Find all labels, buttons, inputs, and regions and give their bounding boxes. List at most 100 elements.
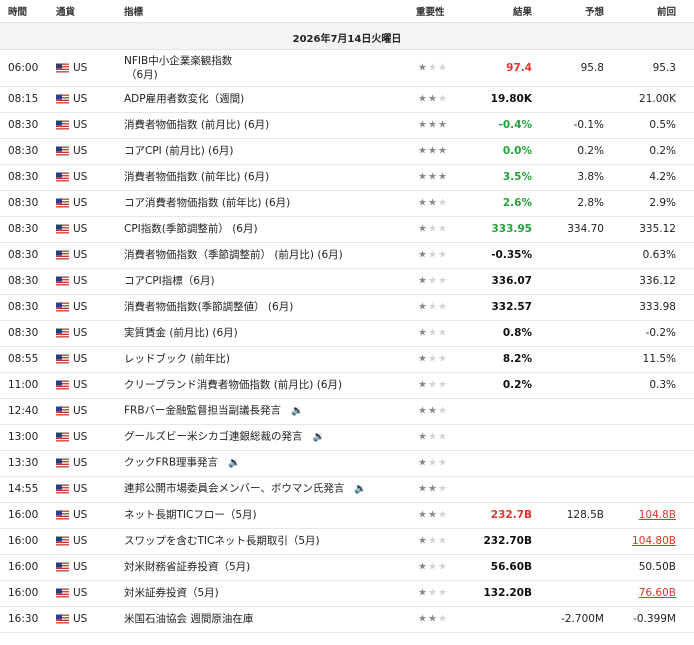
event-name-text[interactable]: 消費者物価指数（季節調整前） (前月比) (6月) [124, 249, 343, 261]
event-name-text[interactable]: CPI指数(季節調整前） (6月) [124, 223, 258, 235]
event-name-text[interactable]: 連邦公開市場委員会メンバー、ボウマン氏発言 [124, 483, 344, 495]
us-flag-icon [56, 536, 69, 546]
speaker-icon[interactable]: 🔉 [313, 431, 325, 445]
event-name-text[interactable]: 消費者物価指数 (前月比) (6月) [124, 119, 269, 131]
table-row[interactable]: 16:00 US 対米財務省証券投資（5月) ★★★ 56.60B 50.50B [0, 554, 694, 581]
event-name[interactable]: 消費者物価指数（季節調整前） (前月比) (6月) [124, 248, 343, 262]
table-row[interactable]: 16:30 US 米国石油協会 週間原油在庫 ★★★ -2.700M -0.399M [0, 606, 694, 633]
event-name-text[interactable]: 消費者物価指数(季節調整値） (6月) [124, 301, 293, 313]
us-flag-icon [56, 380, 69, 390]
table-row[interactable]: 08:30 US 消費者物価指数 (前月比) (6月) ★★★ -0.4% -0.1% 0.… [0, 112, 694, 139]
actual-value: 232.7B [490, 509, 532, 521]
event-name[interactable]: CPI指数(季節調整前） (6月) [124, 222, 258, 236]
actual-value: 232.70B [483, 535, 532, 547]
table-row[interactable]: 08:30 US コアCPI (前月比) (6月) ★★★ 0.0% 0.2% 0.2% [0, 138, 694, 165]
actual-value: 0.8% [502, 327, 532, 339]
star-icon: ★ [418, 249, 428, 261]
event-name-text[interactable]: コアCPI指標（6月) [124, 275, 215, 287]
us-flag-icon [56, 302, 69, 312]
star-icon: ★ [437, 301, 448, 313]
event-name-text[interactable]: ネット長期TICフロー（5月) [124, 509, 257, 521]
event-name[interactable]: レッドブック (前年比) [124, 352, 230, 366]
currency-code: US [73, 561, 88, 573]
star-icon: ★ [437, 405, 448, 417]
currency-code: US [73, 119, 88, 131]
actual-value: -0.35% [491, 249, 532, 261]
table-row[interactable]: 14:55 US 連邦公開市場委員会メンバー、ボウマン氏発言 🔉 ★★★ [0, 476, 694, 503]
event-name[interactable]: コアCPI指標（6月) [124, 274, 215, 288]
table-row[interactable]: 12:40 US FRBバー金融監督担当副議長発言 🔉 ★★★ [0, 398, 694, 425]
previous-value-link[interactable]: 76.60B [639, 587, 676, 599]
table-row[interactable]: 08:15 US ADP雇用者数変化（週間) ★★★ 19.80K 21.00K [0, 86, 694, 113]
event-name[interactable]: ADP雇用者数変化（週間) [124, 92, 244, 106]
speaker-icon[interactable]: 🔉 [228, 457, 240, 471]
event-name-text[interactable]: コアCPI (前月比) (6月) [124, 145, 234, 157]
us-flag-icon [56, 354, 69, 364]
table-row[interactable]: 08:30 US コア消費者物価指数 (前年比) (6月) ★★★ 2.6% 2.8% 2.… [0, 190, 694, 217]
previous-value-link[interactable]: 104.80B [632, 535, 676, 547]
table-row[interactable]: 06:00 US NFIB中小企業楽観指数 （6月) ★★★ 97.4 95.8 95.3 [0, 50, 694, 87]
event-name[interactable]: 消費者物価指数 (前年比) (6月) [124, 170, 269, 184]
event-name-text[interactable]: レッドブック (前年比) [124, 353, 230, 365]
table-row[interactable]: 16:00 US スワップを含むTICネット長期取引（5月) ★★★ 232.70B 10… [0, 528, 694, 555]
event-name-text[interactable]: グールズビー米シカゴ連銀総裁の発言 [124, 431, 303, 443]
event-name[interactable]: 米国石油協会 週間原油在庫 [124, 612, 253, 626]
table-row[interactable]: 08:55 US レッドブック (前年比) ★★★ 8.2% 11.5% [0, 346, 694, 373]
event-name[interactable]: 連邦公開市場委員会メンバー、ボウマン氏発言 🔉 [124, 482, 367, 497]
star-icon: ★ [427, 249, 438, 261]
event-name[interactable]: スワップを含むTICネット長期取引（5月) [124, 534, 320, 548]
event-name[interactable]: クックFRB理事発言 🔉 [124, 456, 241, 471]
previous-value-link[interactable]: 104.8B [639, 509, 676, 521]
event-name-text[interactable]: コア消費者物価指数 (前年比) (6月) [124, 197, 290, 209]
event-name[interactable]: 実質賃金 (前月比) (6月) [124, 326, 238, 340]
table-row[interactable]: 16:00 US ネット長期TICフロー（5月) ★★★ 232.7B 128.5B 104… [0, 502, 694, 529]
actual-value: 2.6% [502, 197, 532, 209]
event-name[interactable]: クリーブランド消費者物価指数 (前月比) (6月) [124, 378, 342, 392]
table-row[interactable]: 13:00 US グールズビー米シカゴ連銀総裁の発言 🔉 ★★★ [0, 424, 694, 451]
table-row[interactable]: 08:30 US 実質賃金 (前月比) (6月) ★★★ 0.8% -0.2% [0, 320, 694, 347]
event-name-text[interactable]: 消費者物価指数 (前年比) (6月) [124, 171, 269, 183]
event-name-suffix[interactable]: （6月) [126, 69, 158, 81]
event-name-text[interactable]: 対米証券投資（5月) [124, 587, 219, 599]
table-row[interactable]: 11:00 US クリーブランド消費者物価指数 (前月比) (6月) ★★★ 0.2% 0… [0, 372, 694, 399]
event-name-text[interactable]: クリーブランド消費者物価指数 (前月比) (6月) [124, 379, 342, 391]
table-row[interactable]: 08:30 US 消費者物価指数(季節調整値） (6月) ★★★ 332.57 333.9… [0, 294, 694, 321]
event-name-text[interactable]: FRBバー金融監督担当副議長発言 [124, 405, 281, 417]
us-flag-icon [56, 328, 69, 338]
event-name-text[interactable]: クックFRB理事発言 [124, 457, 218, 469]
event-name-text[interactable]: NFIB中小企業楽観指数 [124, 55, 232, 67]
event-name-text[interactable]: 実質賃金 (前月比) (6月) [124, 327, 238, 339]
event-name[interactable]: NFIB中小企業楽観指数 （6月) [124, 54, 232, 82]
event-name[interactable]: FRBバー金融監督担当副議長発言 🔉 [124, 404, 304, 419]
event-name[interactable]: 消費者物価指数(季節調整値） (6月) [124, 300, 293, 314]
speaker-icon[interactable]: 🔉 [291, 405, 303, 419]
table-row[interactable]: 13:30 US クックFRB理事発言 🔉 ★★★ [0, 450, 694, 477]
event-name-text[interactable]: ADP雇用者数変化（週間) [124, 93, 244, 105]
importance-stars: ★★★ [418, 562, 448, 573]
previous-value: 333.98 [639, 301, 676, 313]
table-row[interactable]: 08:30 US 消費者物価指数 (前年比) (6月) ★★★ 3.5% 3.8% 4.2% [0, 164, 694, 191]
event-name[interactable]: 対米財務省証券投資（5月) [124, 560, 250, 574]
event-name[interactable]: グールズビー米シカゴ連銀総裁の発言 🔉 [124, 430, 325, 445]
actual-value: 132.20B [483, 587, 532, 599]
table-row[interactable]: 08:30 US コアCPI指標（6月) ★★★ 336.07 336.12 [0, 268, 694, 295]
speaker-icon[interactable]: 🔉 [354, 483, 366, 497]
table-row[interactable]: 08:30 US CPI指数(季節調整前） (6月) ★★★ 333.95 334.70 3… [0, 216, 694, 243]
event-name-text[interactable]: 対米財務省証券投資（5月) [124, 561, 250, 573]
event-name[interactable]: 対米証券投資（5月) [124, 586, 219, 600]
event-time: 11:00 [8, 379, 39, 391]
table-row[interactable]: 08:30 US 消費者物価指数（季節調整前） (前月比) (6月) ★★★ -0.35… [0, 242, 694, 269]
event-name-text[interactable]: 米国石油協会 週間原油在庫 [124, 613, 253, 625]
event-name-text[interactable]: スワップを含むTICネット長期取引（5月) [124, 535, 320, 547]
table-row[interactable]: 16:00 US 対米証券投資（5月) ★★★ 132.20B 76.60B [0, 580, 694, 607]
event-name[interactable]: ネット長期TICフロー（5月) [124, 508, 257, 522]
currency-code: US [73, 483, 88, 495]
currency-code: US [73, 613, 88, 625]
event-name[interactable]: コア消費者物価指数 (前年比) (6月) [124, 196, 290, 210]
event-name[interactable]: コアCPI (前月比) (6月) [124, 144, 234, 158]
star-icon: ★ [418, 301, 428, 313]
star-icon: ★ [437, 353, 448, 365]
currency-code: US [73, 93, 88, 105]
star-icon: ★ [418, 535, 428, 547]
event-name[interactable]: 消費者物価指数 (前月比) (6月) [124, 118, 269, 132]
